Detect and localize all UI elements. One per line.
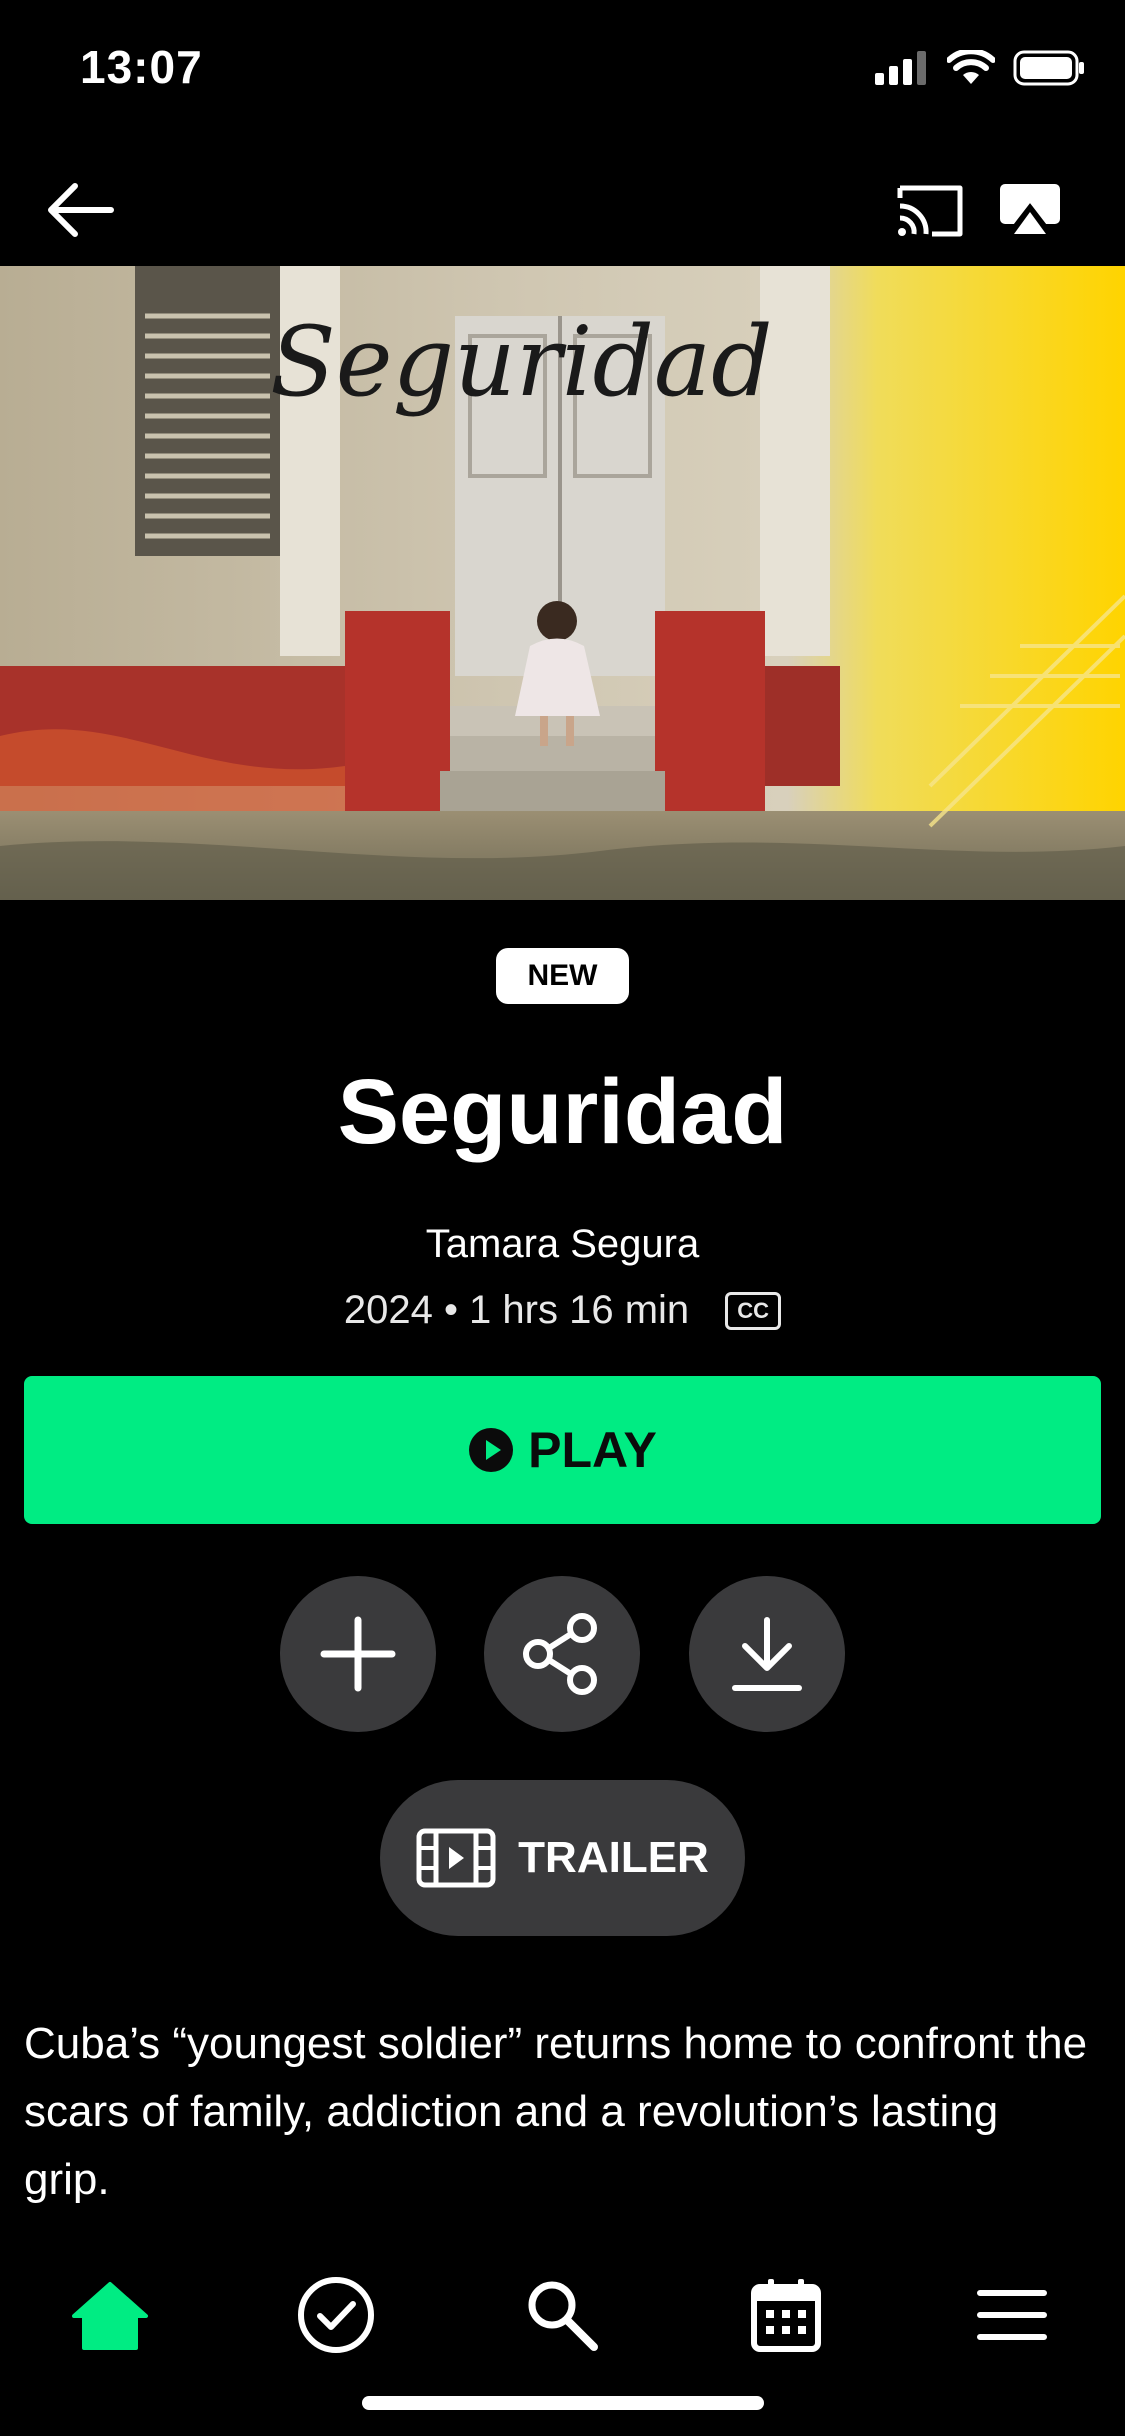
battery-icon <box>1013 50 1084 86</box>
hero-image: Seguridad <box>0 266 1125 900</box>
airplay-button[interactable] <box>990 170 1070 250</box>
search-icon <box>528 2281 598 2351</box>
film-year-duration: 2024 • 1 hrs 16 min <box>343 1288 690 1332</box>
cast-icon <box>897 185 963 237</box>
download-button[interactable] <box>689 1576 845 1732</box>
hamburger-menu-icon <box>977 2290 1047 2340</box>
status-bar: 13:07 <box>0 0 1125 140</box>
film-director: Tamara Segura <box>425 1222 700 1266</box>
cast-button[interactable] <box>890 170 970 250</box>
play-button-label: PLAY <box>528 1422 657 1478</box>
tab-bar <box>0 2250 1125 2380</box>
new-badge: NEW <box>496 948 629 1004</box>
hero-artwork-title: Seguridad <box>270 306 773 418</box>
tab-schedule[interactable] <box>731 2260 841 2370</box>
back-arrow-icon <box>48 183 114 237</box>
film-meta: 2024 • 1 hrs 16 min CC <box>0 1288 1125 1333</box>
download-icon <box>732 1617 802 1691</box>
home-indicator <box>362 2396 764 2410</box>
trailer-button[interactable]: TRAILER <box>380 1780 745 1936</box>
signal-icon <box>875 51 926 85</box>
wifi-icon <box>947 50 995 84</box>
back-button[interactable] <box>40 170 120 250</box>
nav-bar <box>0 140 1125 265</box>
film-title: Seguridad <box>337 1061 788 1163</box>
share-icon <box>523 1613 597 1695</box>
add-icon <box>320 1616 396 1692</box>
status-time: 13:07 <box>80 41 203 93</box>
play-button[interactable]: PLAY <box>24 1376 1101 1524</box>
tab-search[interactable] <box>507 2260 617 2370</box>
tab-home[interactable] <box>55 2260 165 2370</box>
film-description: Cuba’s “youngest soldier” returns home t… <box>24 2019 1088 2204</box>
trailer-button-label: TRAILER <box>518 1833 709 1882</box>
airplay-icon <box>1000 184 1060 237</box>
play-circle-icon <box>469 1428 514 1472</box>
add-to-list-button[interactable] <box>280 1576 436 1732</box>
film-strip-icon <box>416 1828 496 1888</box>
status-icons <box>875 50 1085 86</box>
share-button[interactable] <box>484 1576 640 1732</box>
check-circle-icon <box>298 2277 374 2353</box>
tab-menu[interactable] <box>957 2260 1067 2370</box>
calendar-icon <box>751 2279 821 2352</box>
cc-badge: CC <box>725 1291 782 1330</box>
tab-watchlist[interactable] <box>281 2260 391 2370</box>
home-icon <box>72 2282 148 2350</box>
